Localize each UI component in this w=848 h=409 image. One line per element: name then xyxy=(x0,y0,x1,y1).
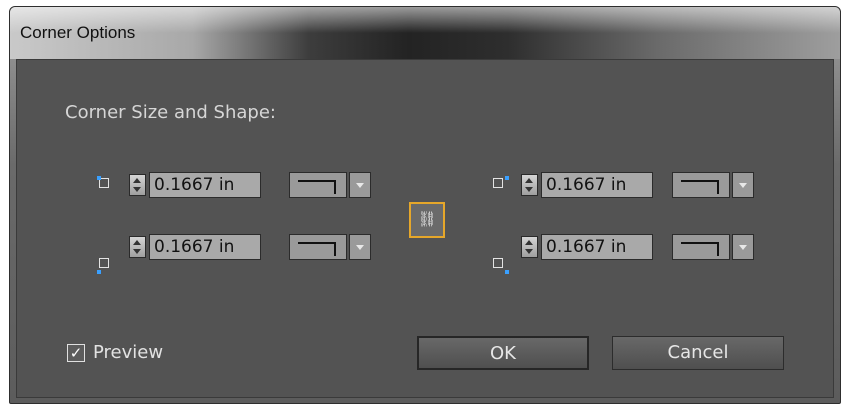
top-right-shape-dropdown[interactable] xyxy=(672,172,754,198)
corner-options-dialog: Corner Options Corner Size and Shape: 0.… xyxy=(9,6,841,404)
rounded-corner-shape-icon xyxy=(298,180,336,194)
preview-checkbox[interactable]: ✓ xyxy=(67,344,85,362)
bottom-right-shape-dropdown[interactable] xyxy=(672,234,754,260)
preview-label: Preview xyxy=(93,342,164,363)
chevron-down-icon xyxy=(349,172,371,198)
dialog-body: Corner Size and Shape: 0.1667 in 0.1667 … xyxy=(16,59,834,398)
chevron-down-icon xyxy=(349,234,371,260)
bottom-left-stepper[interactable] xyxy=(129,236,146,258)
bottom-left-corner-icon xyxy=(95,254,117,276)
bottom-left-shape-dropdown[interactable] xyxy=(289,234,371,260)
rounded-corner-shape-icon xyxy=(681,242,719,256)
top-right-size-field[interactable]: 0.1667 in xyxy=(541,172,653,198)
section-label: Corner Size and Shape: xyxy=(65,102,276,123)
checkmark-icon: ✓ xyxy=(69,344,83,362)
top-left-corner-icon xyxy=(95,174,117,196)
rounded-corner-shape-icon xyxy=(681,180,719,194)
chain-link-icon: ⛓ xyxy=(417,210,437,228)
rounded-corner-shape-icon xyxy=(298,242,336,256)
link-corners-button[interactable]: ⛓ xyxy=(409,202,445,238)
top-left-stepper[interactable] xyxy=(129,174,146,196)
window-title: Corner Options xyxy=(20,23,136,42)
chevron-down-icon xyxy=(732,234,754,260)
bottom-right-size-field[interactable]: 0.1667 in xyxy=(541,234,653,260)
cancel-button[interactable]: Cancel xyxy=(612,336,784,370)
ok-button[interactable]: OK xyxy=(417,336,589,370)
bottom-left-size-field[interactable]: 0.1667 in xyxy=(149,234,261,260)
top-right-corner-icon xyxy=(489,174,511,196)
top-right-stepper[interactable] xyxy=(521,174,538,196)
top-left-shape-dropdown[interactable] xyxy=(289,172,371,198)
bottom-right-corner-icon xyxy=(489,254,511,276)
title-bar[interactable]: Corner Options xyxy=(10,7,840,59)
chevron-down-icon xyxy=(732,172,754,198)
top-left-size-field[interactable]: 0.1667 in xyxy=(149,172,261,198)
bottom-right-stepper[interactable] xyxy=(521,236,538,258)
